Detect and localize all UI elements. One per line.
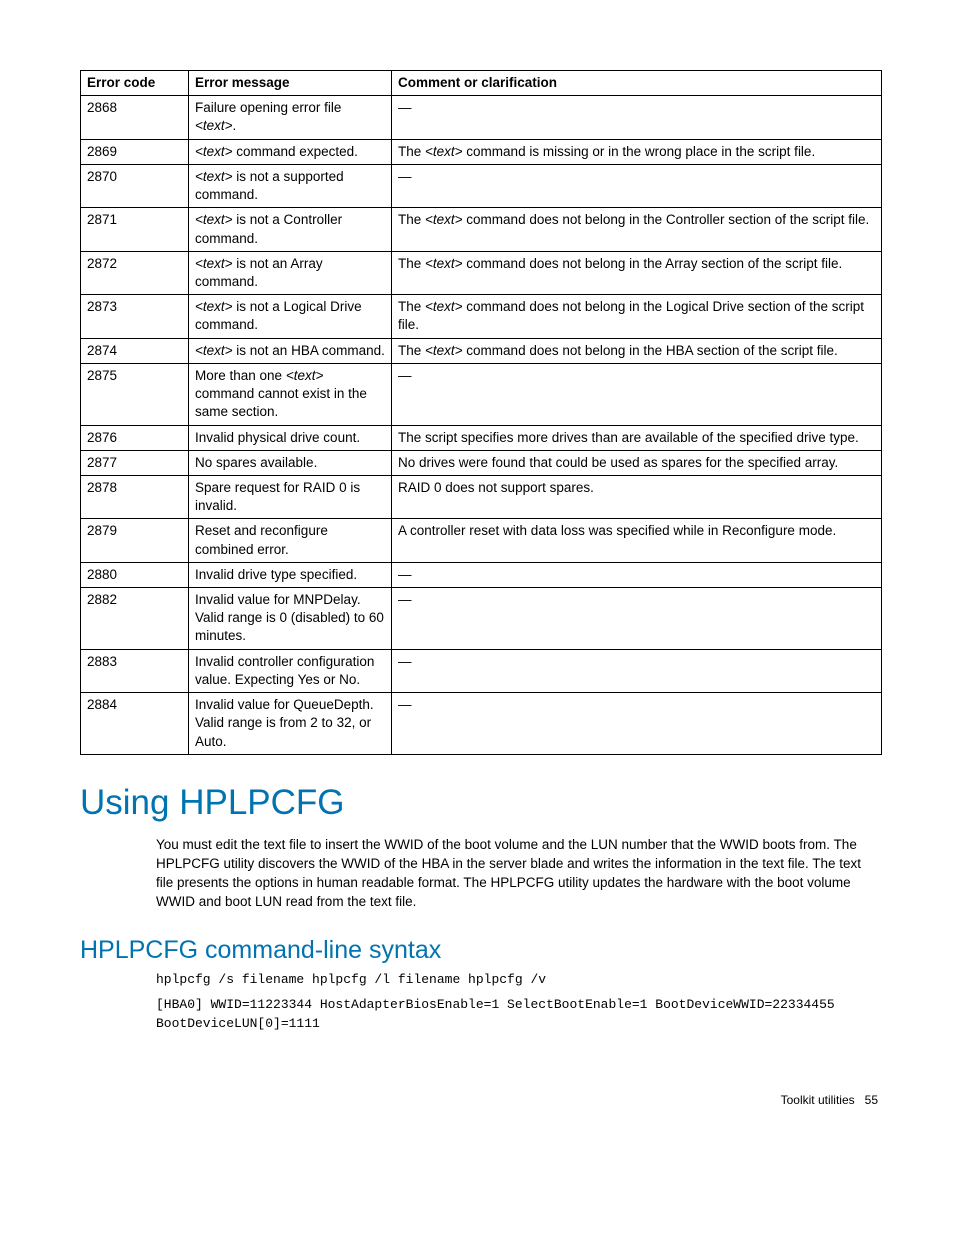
cell-error-message: No spares available. <box>189 450 392 475</box>
cell-error-message: <text> is not a Logical Drive command. <box>189 295 392 338</box>
header-error-message: Error message <box>189 71 392 96</box>
cell-error-message: <text> is not an Array command. <box>189 251 392 294</box>
cell-error-code: 2878 <box>81 475 189 518</box>
cell-comment: The <text> command is missing or in the … <box>392 139 882 164</box>
cell-comment: No drives were found that could be used … <box>392 450 882 475</box>
header-error-code: Error code <box>81 71 189 96</box>
footer-page-number: 55 <box>865 1093 878 1107</box>
cell-comment: The <text> command does not belong in th… <box>392 295 882 338</box>
code-line-1: hplpcfg /s filename hplpcfg /l filename … <box>156 971 882 990</box>
table-row: 2883Invalid controller configuration val… <box>81 649 882 692</box>
cell-error-message: Invalid value for QueueDepth. Valid rang… <box>189 693 392 755</box>
cell-error-message: <text> is not a Controller command. <box>189 208 392 251</box>
cell-error-message: More than one <text> command cannot exis… <box>189 363 392 425</box>
header-comment: Comment or clarification <box>392 71 882 96</box>
cell-comment: — <box>392 588 882 650</box>
table-row: 2870<text> is not a supported command.— <box>81 164 882 207</box>
table-row: 2884Invalid value for QueueDepth. Valid … <box>81 693 882 755</box>
cell-comment: The script specifies more drives than ar… <box>392 425 882 450</box>
table-row: 2882Invalid value for MNPDelay. Valid ra… <box>81 588 882 650</box>
cell-error-code: 2870 <box>81 164 189 207</box>
cell-error-message: Reset and reconfigure combined error. <box>189 519 392 562</box>
cell-error-code: 2872 <box>81 251 189 294</box>
table-row: 2876Invalid physical drive count.The scr… <box>81 425 882 450</box>
cell-comment: The <text> command does not belong in th… <box>392 338 882 363</box>
cell-error-message: Invalid controller configuration value. … <box>189 649 392 692</box>
footer-label: Toolkit utilities <box>781 1093 855 1107</box>
cell-error-code: 2883 <box>81 649 189 692</box>
cell-comment: — <box>392 96 882 139</box>
cell-error-code: 2875 <box>81 363 189 425</box>
cell-comment: RAID 0 does not support spares. <box>392 475 882 518</box>
cell-comment: The <text> command does not belong in th… <box>392 251 882 294</box>
cell-error-code: 2873 <box>81 295 189 338</box>
cell-error-code: 2869 <box>81 139 189 164</box>
cell-comment: — <box>392 363 882 425</box>
table-header-row: Error code Error message Comment or clar… <box>81 71 882 96</box>
cell-comment: — <box>392 693 882 755</box>
cell-error-code: 2868 <box>81 96 189 139</box>
table-row: 2877No spares available.No drives were f… <box>81 450 882 475</box>
table-row: 2874<text> is not an HBA command.The <te… <box>81 338 882 363</box>
table-row: 2872<text> is not an Array command.The <… <box>81 251 882 294</box>
cell-error-code: 2877 <box>81 450 189 475</box>
section1-body: You must edit the text file to insert th… <box>156 836 882 912</box>
cell-error-message: Invalid value for MNPDelay. Valid range … <box>189 588 392 650</box>
cell-error-code: 2874 <box>81 338 189 363</box>
cell-error-message: <text> command expected. <box>189 139 392 164</box>
cell-error-code: 2884 <box>81 693 189 755</box>
cell-comment: — <box>392 649 882 692</box>
cell-comment: The <text> command does not belong in th… <box>392 208 882 251</box>
cell-comment: A controller reset with data loss was sp… <box>392 519 882 562</box>
table-row: 2878Spare request for RAID 0 is invalid.… <box>81 475 882 518</box>
cell-error-message: Invalid drive type specified. <box>189 562 392 587</box>
table-row: 2875More than one <text> command cannot … <box>81 363 882 425</box>
cell-error-message: Invalid physical drive count. <box>189 425 392 450</box>
cell-error-message: Failure opening error file <text>. <box>189 96 392 139</box>
table-row: 2869<text> command expected.The <text> c… <box>81 139 882 164</box>
cell-error-message: <text> is not an HBA command. <box>189 338 392 363</box>
error-code-table: Error code Error message Comment or clar… <box>80 70 882 755</box>
heading-using-hplpcfg: Using HPLPCFG <box>80 783 882 823</box>
cell-error-message: <text> is not a supported command. <box>189 164 392 207</box>
table-row: 2880Invalid drive type specified.— <box>81 562 882 587</box>
table-row: 2873<text> is not a Logical Drive comman… <box>81 295 882 338</box>
page-footer: Toolkit utilities 55 <box>80 1093 882 1107</box>
table-row: 2879Reset and reconfigure combined error… <box>81 519 882 562</box>
table-row: 2871<text> is not a Controller command.T… <box>81 208 882 251</box>
cell-error-code: 2876 <box>81 425 189 450</box>
cell-error-code: 2879 <box>81 519 189 562</box>
cell-error-code: 2882 <box>81 588 189 650</box>
cell-comment: — <box>392 562 882 587</box>
cell-error-code: 2880 <box>81 562 189 587</box>
heading-command-line-syntax: HPLPCFG command-line syntax <box>80 936 882 965</box>
code-line-2: [HBA0] WWID=11223344 HostAdapterBiosEnab… <box>156 996 882 1034</box>
cell-error-message: Spare request for RAID 0 is invalid. <box>189 475 392 518</box>
cell-comment: — <box>392 164 882 207</box>
cell-error-code: 2871 <box>81 208 189 251</box>
table-row: 2868Failure opening error file <text>.— <box>81 96 882 139</box>
